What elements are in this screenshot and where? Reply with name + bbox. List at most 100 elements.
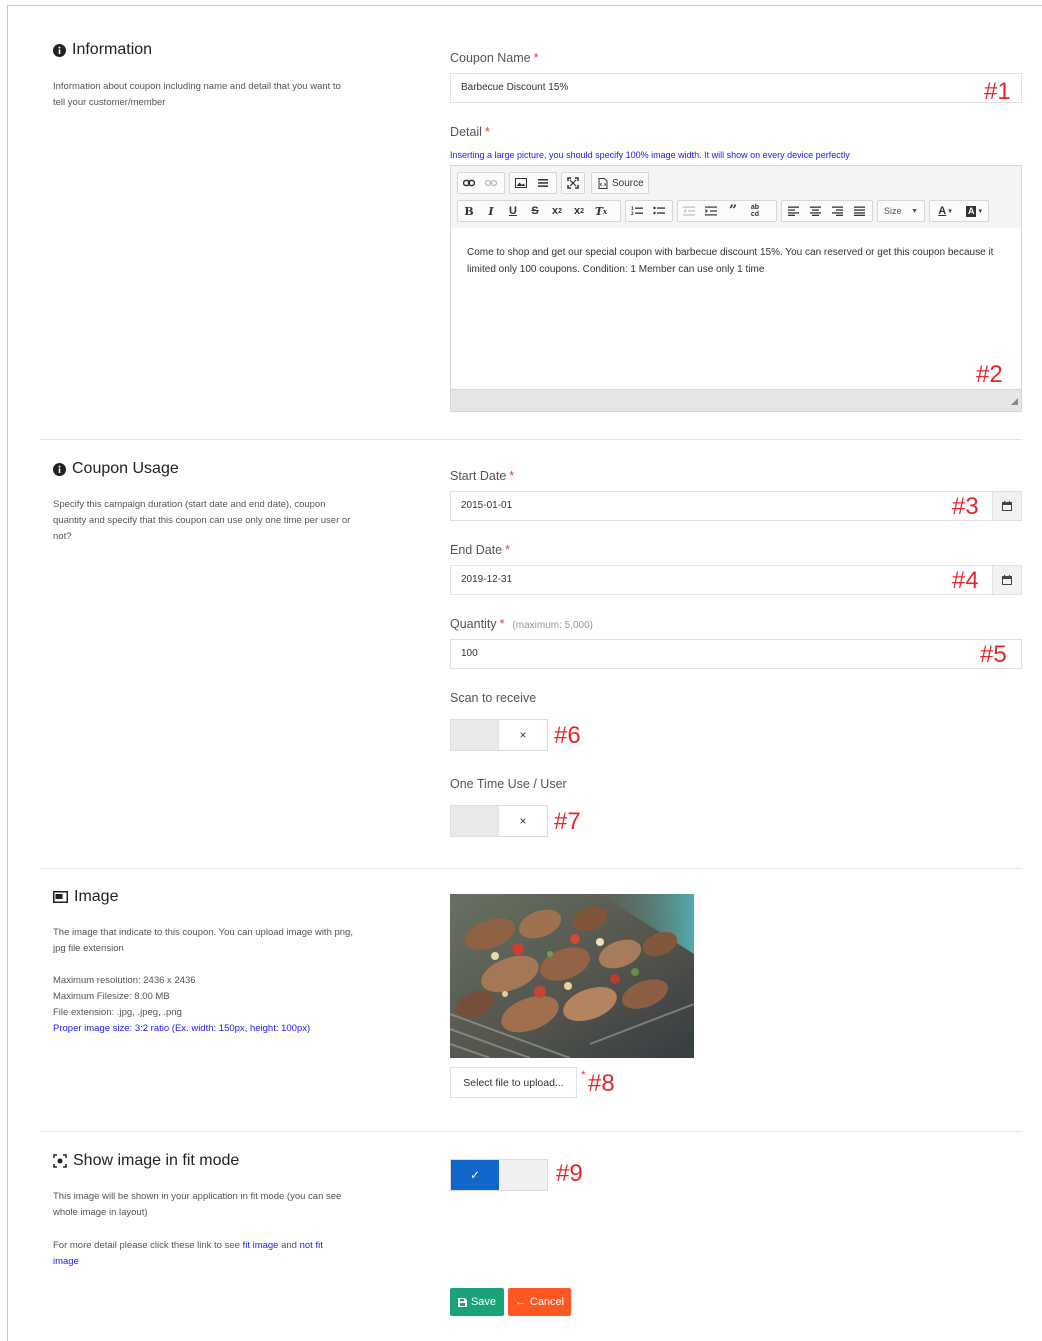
annotation-6: #6 [554,722,581,749]
coupon-name-label: Coupon Name * [450,51,539,65]
source-button[interactable]: Source [591,172,649,194]
section-description: Specify this campaign duration (start da… [53,499,351,542]
scan-to-receive-label: Scan to receive [450,691,537,705]
section-title-text: Image [74,888,119,905]
remove-format-icon[interactable]: Tx [590,201,612,221]
section-divider [40,439,1022,440]
calendar-icon [1002,501,1012,511]
maximize-icon[interactable] [562,173,584,193]
window-border-left [7,5,8,1341]
section-description: The image that indicate to this coupon. … [53,927,353,954]
quantity-label: Quantity * (maximum: 5,000) [450,617,594,631]
floppy-disk-icon [457,1297,467,1307]
focus-icon [53,1154,67,1168]
required-asterisk: * [581,1068,586,1082]
toggle-knob [499,1160,547,1190]
fit-mode-toggle[interactable]: ✓ [450,1159,548,1191]
section-title-information: Information [53,41,152,59]
fit-image-link[interactable]: fit image [243,1240,279,1251]
resize-handle-icon[interactable] [1011,394,1018,408]
align-justify-icon[interactable] [848,201,870,221]
scan-to-receive-toggle[interactable]: × [450,719,548,751]
arrow-left-icon: ← [514,1296,526,1308]
link-icon[interactable] [458,173,480,193]
align-center-icon[interactable] [804,201,826,221]
indent-icon[interactable] [700,201,722,221]
toggle-off-icon: × [499,806,547,836]
section-title-text: Show image in fit mode [73,1152,240,1169]
start-date-input[interactable]: 2015-01-01 [450,491,993,521]
align-right-icon[interactable] [826,201,848,221]
coupon-name-input[interactable]: Barbecue Discount 15% [450,73,1022,103]
italic-icon[interactable]: I [480,201,502,221]
annotation-8: #8 [588,1070,615,1097]
quantity-input[interactable]: 100 [450,639,1022,669]
section-description: This image will be shown in your applica… [53,1191,342,1218]
size-dropdown[interactable]: Size ▼ [877,200,925,222]
proper-size-text: Proper image size: 3:2 ratio (Ex. width:… [53,1023,311,1034]
end-date-input[interactable]: 2019-12-31 [450,565,993,595]
strikethrough-icon[interactable]: S [524,201,546,221]
toolbar-group-insert [509,172,557,194]
section-divider [40,1131,1022,1132]
editor-content[interactable]: Come to shop and get our special coupon … [467,244,997,278]
background-color-icon[interactable]: A ▾ [960,201,988,221]
section-title-fit: Show image in fit mode [53,1152,239,1170]
cancel-button[interactable]: ← Cancel [508,1288,571,1316]
annotation-9: #9 [556,1160,583,1187]
text-color-icon[interactable]: A ▾ [930,201,960,221]
section-description: Information about coupon including name … [53,81,341,108]
svg-text:2: 2 [631,211,634,216]
annotation-5: #5 [980,641,1007,668]
toolbar-group-lists: 12 [625,200,673,222]
file-extension-text: File extension: .jpg, .jpeg, .png [53,1007,182,1018]
superscript-icon[interactable]: x2 [568,201,590,221]
underline-icon[interactable]: U [502,201,524,221]
blockquote-icon[interactable]: ” [722,201,744,221]
section-title-usage: Coupon Usage [53,460,179,478]
start-date-label: Start Date * [450,469,515,483]
start-date-calendar-button[interactable] [992,491,1022,521]
one-time-use-label: One Time Use / User [450,777,567,791]
bulleted-list-icon[interactable] [648,201,670,221]
language-icon[interactable]: ab cd [744,201,766,221]
bold-icon[interactable]: B [458,201,480,221]
rich-text-editor[interactable]: Source B I U S x2 x2 Tx 12 ” ab cd Size … [450,165,1022,412]
unlink-icon[interactable] [480,173,502,193]
info-circle-icon [53,43,66,57]
toolbar-group-maximize [561,172,585,194]
detail-label: Detail * [450,125,490,139]
annotation-2: #2 [976,361,1003,388]
horizontal-rule-icon[interactable] [532,173,554,193]
toolbar-group-colors: A ▾ A ▾ [929,200,989,222]
toolbar-group-basic-styles: B I U S x2 x2 Tx [457,200,621,222]
toggle-on-icon: ✓ [451,1160,499,1190]
section-title-text: Coupon Usage [72,460,179,477]
calendar-icon [1002,575,1012,585]
end-date-calendar-button[interactable] [992,565,1022,595]
subscript-icon[interactable]: x2 [546,201,568,221]
detail-hint: Inserting a large picture, you should sp… [450,150,850,160]
toggle-knob [451,720,499,750]
save-button[interactable]: Save [450,1288,504,1316]
toolbar-group-blocks: ” ab cd [677,200,777,222]
dropdown-arrow-icon: ▼ [911,207,918,215]
image-frame-icon [53,891,68,904]
toggle-knob [451,806,499,836]
select-file-button[interactable]: Select file to upload... [450,1067,577,1098]
outdent-icon[interactable] [678,201,700,221]
one-time-use-toggle[interactable]: × [450,805,548,837]
image-icon[interactable] [510,173,532,193]
section-title-text: Information [72,41,153,58]
toggle-off-icon: × [499,720,547,750]
toolbar-group-align [781,200,873,222]
align-left-icon[interactable] [782,201,804,221]
numbered-list-icon[interactable]: 12 [626,201,648,221]
coupon-image-preview [450,894,694,1058]
end-date-label: End Date * [450,543,510,557]
max-filesize-text: Maximum Filesize: 8.00 MB [53,991,170,1002]
info-circle-icon [53,462,66,476]
annotation-3: #3 [952,493,979,520]
annotation-1: #1 [984,78,1011,105]
toolbar-group-links [457,172,505,194]
